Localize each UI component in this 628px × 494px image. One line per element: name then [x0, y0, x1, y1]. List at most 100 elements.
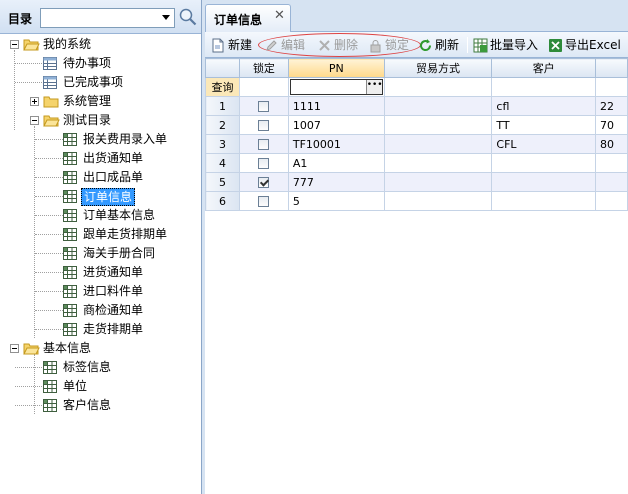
filter-cell-extra[interactable]	[595, 77, 628, 97]
toolbar-separator	[467, 37, 468, 53]
tree-node[interactable]: 待办事项	[0, 54, 202, 73]
row-number[interactable]: 6	[205, 191, 240, 211]
table-row[interactable]: 3 TF10001 CFL 80	[205, 134, 628, 154]
tree-node[interactable]: 商检通知单	[0, 301, 202, 320]
tree-node[interactable]: 进货通知单	[0, 263, 202, 282]
expand-icon[interactable]	[30, 97, 39, 106]
extra-cell[interactable]: 80	[595, 134, 628, 154]
tree-node[interactable]: 出口成品单	[0, 168, 202, 187]
trade-mode-cell[interactable]	[383, 191, 493, 211]
tree-node[interactable]: 进口料件单	[0, 282, 202, 301]
row-number[interactable]: 2	[205, 115, 240, 135]
tree-node[interactable]: 跟单走货排期单	[0, 225, 202, 244]
trade-mode-cell[interactable]	[383, 153, 493, 173]
tree-node[interactable]: 单位	[0, 377, 202, 396]
search-icon[interactable]	[179, 8, 197, 26]
extra-cell[interactable]	[595, 153, 628, 173]
locked-checkbox[interactable]	[258, 177, 270, 188]
tree-node[interactable]: 基本信息	[0, 339, 202, 358]
form-icon	[43, 361, 57, 374]
extra-cell[interactable]: 22	[595, 96, 628, 116]
row-number[interactable]: 3	[205, 134, 240, 154]
locked-cell[interactable]	[238, 172, 289, 192]
column-header-locked[interactable]: 锁定	[238, 58, 289, 78]
pn-cell[interactable]: 777	[287, 172, 385, 192]
column-header-customer[interactable]: 客户	[491, 58, 597, 78]
customer-cell[interactable]: CFL	[491, 134, 597, 154]
tree-node[interactable]: 走货排期单	[0, 320, 202, 339]
collapse-icon[interactable]	[30, 116, 39, 125]
ellipsis-button[interactable]: •••	[365, 80, 383, 94]
column-header-extra[interactable]	[595, 58, 628, 78]
extra-cell[interactable]	[595, 191, 628, 211]
table-row[interactable]: 2 1007 TT 70	[205, 115, 628, 135]
tree-node[interactable]: 客户信息	[0, 396, 202, 415]
column-header-pn[interactable]: PN	[287, 58, 385, 78]
customer-cell[interactable]: cfl	[491, 96, 597, 116]
table-row[interactable]: 4 A1	[205, 153, 628, 173]
row-number[interactable]: 4	[205, 153, 240, 173]
form-icon	[63, 133, 77, 146]
tab-order-info[interactable]: 订单信息 ✕	[205, 4, 291, 32]
locked-cell[interactable]	[238, 153, 289, 173]
pn-cell[interactable]: 1007	[287, 115, 385, 135]
pn-filter-input[interactable]: •••	[289, 79, 383, 95]
locked-cell[interactable]	[238, 115, 289, 135]
tree-node[interactable]: 系统管理	[0, 92, 202, 111]
table-row[interactable]: 1 1111 cfl 22	[205, 96, 628, 116]
tree-node[interactable]: 订单基本信息	[0, 206, 202, 225]
excel-icon	[549, 39, 562, 52]
table-row[interactable]: 5 777	[205, 172, 628, 192]
customer-cell[interactable]	[491, 191, 597, 211]
filter-cell-locked[interactable]	[238, 77, 289, 97]
directory-combo[interactable]	[40, 8, 175, 28]
filter-cell-pn[interactable]: •••	[287, 77, 385, 97]
collapse-icon[interactable]	[10, 344, 19, 353]
close-icon[interactable]: ✕	[274, 8, 285, 23]
table-icon	[43, 76, 57, 89]
pn-cell[interactable]: TF10001	[287, 134, 385, 154]
column-header-trade-mode[interactable]: 贸易方式	[383, 58, 493, 78]
locked-cell[interactable]	[238, 191, 289, 211]
dropdown-arrow-icon[interactable]	[162, 15, 170, 20]
locked-checkbox[interactable]	[258, 139, 270, 150]
tree-node-label: 订单信息	[81, 188, 136, 206]
edit-icon	[266, 40, 277, 51]
trade-mode-cell[interactable]	[383, 134, 493, 154]
customer-cell[interactable]	[491, 172, 597, 192]
tree-node[interactable]: 海关手册合同	[0, 244, 202, 263]
table-row[interactable]: 65	[205, 191, 628, 211]
tree-node[interactable]: 订单信息	[0, 187, 202, 206]
locked-cell[interactable]	[238, 96, 289, 116]
trade-mode-cell[interactable]	[383, 96, 493, 116]
filter-cell-trade-mode[interactable]	[383, 77, 493, 97]
extra-cell[interactable]	[595, 172, 628, 192]
pn-cell[interactable]: 5	[287, 191, 385, 211]
tree-node[interactable]: 出货通知单	[0, 149, 202, 168]
extra-cell[interactable]: 70	[595, 115, 628, 135]
row-number[interactable]: 1	[205, 96, 240, 116]
tree-node[interactable]: 我的系统	[0, 35, 202, 54]
locked-checkbox[interactable]	[258, 196, 270, 207]
pn-cell[interactable]: A1	[287, 153, 385, 173]
filter-cell-customer[interactable]	[491, 77, 597, 97]
customer-cell[interactable]	[491, 153, 597, 173]
locked-cell[interactable]	[238, 134, 289, 154]
tree-node[interactable]: 已完成事项	[0, 73, 202, 92]
locked-checkbox[interactable]	[258, 120, 270, 131]
trade-mode-cell[interactable]	[383, 172, 493, 192]
pn-cell[interactable]: 1111	[287, 96, 385, 116]
new-document-icon	[212, 38, 224, 53]
tree-node-label: 出口成品单	[83, 170, 144, 184]
tree-node[interactable]: 标签信息	[0, 358, 202, 377]
locked-checkbox[interactable]	[258, 158, 270, 169]
tree-node[interactable]: 测试目录	[0, 111, 202, 130]
tree-node[interactable]: 报关费用录入单	[0, 130, 202, 149]
customer-cell[interactable]: TT	[491, 115, 597, 135]
tree-node-label: 进货通知单	[83, 265, 144, 279]
table-icon	[43, 57, 57, 70]
row-number[interactable]: 5	[205, 172, 240, 192]
trade-mode-cell[interactable]	[383, 115, 493, 135]
collapse-icon[interactable]	[10, 40, 19, 49]
locked-checkbox[interactable]	[258, 101, 270, 112]
